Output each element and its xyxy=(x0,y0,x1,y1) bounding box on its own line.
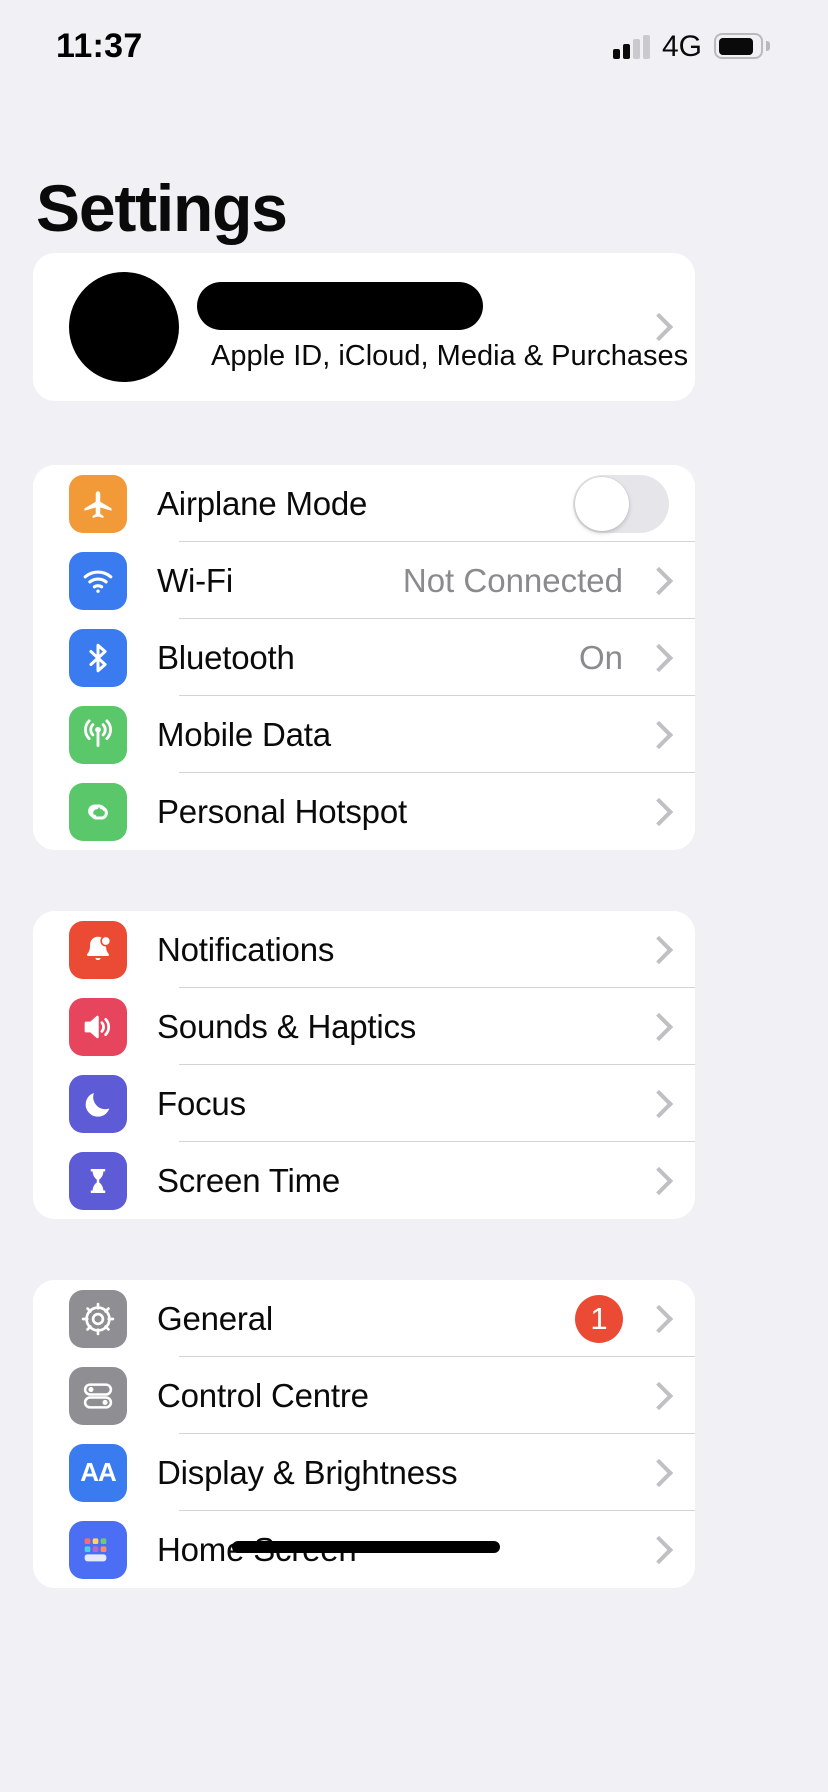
row-personal-hotspot[interactable]: Personal Hotspot xyxy=(33,773,695,850)
avatar xyxy=(69,272,179,382)
hourglass-icon xyxy=(69,1151,127,1210)
chevron-right-icon xyxy=(644,1304,674,1333)
row-sounds-haptics[interactable]: Sounds & Haptics xyxy=(33,988,695,1065)
status-badge: 1 xyxy=(575,1294,623,1343)
settings-screen: 11:37 4G Settings Apple ID, iCloud, Medi… xyxy=(0,0,828,1792)
row-screen-time[interactable]: Screen Time xyxy=(33,1142,695,1219)
bell-icon xyxy=(69,920,127,979)
row-accessory-control-centre xyxy=(639,1381,695,1410)
page-title: Settings xyxy=(36,171,288,245)
chevron-right-icon xyxy=(644,1458,674,1487)
row-display-brightness[interactable]: AA Display & Brightness xyxy=(33,1434,695,1511)
chevron-right-icon xyxy=(644,797,674,826)
row-label-mobile-data: Mobile Data xyxy=(157,715,331,753)
bluetooth-status-value: On xyxy=(578,638,623,676)
chevron-right-icon xyxy=(644,1535,674,1564)
chevron-right-icon xyxy=(644,312,674,342)
chevron-right-icon xyxy=(644,1089,674,1118)
row-notifications[interactable]: Notifications xyxy=(33,911,695,988)
antenna-icon xyxy=(69,705,127,764)
airplane-icon xyxy=(69,474,127,533)
row-label-screen-time: Screen Time xyxy=(157,1161,341,1199)
airplane-mode-toggle[interactable] xyxy=(573,474,669,533)
row-accessory-airplane-mode xyxy=(573,474,695,533)
row-label-focus: Focus xyxy=(157,1084,246,1122)
row-accessory-bluetooth: On xyxy=(579,639,695,677)
network-type-label: 4G xyxy=(661,30,702,63)
battery-icon xyxy=(714,33,770,59)
group-connectivity: Airplane Mode Wi-Fi Not Connected Blueto… xyxy=(33,465,695,850)
account-name-redaction xyxy=(197,282,483,330)
status-bar: 11:37 4G xyxy=(0,0,828,92)
row-label-display-brightness: Display & Brightness xyxy=(157,1453,458,1491)
row-accessory-display-brightness xyxy=(639,1458,695,1487)
sliders-icon xyxy=(69,1366,127,1425)
text-size-icon-label: AA xyxy=(80,1457,117,1487)
chevron-right-icon xyxy=(644,566,674,595)
wifi-icon xyxy=(69,551,127,610)
apple-id-card[interactable]: Apple ID, iCloud, Media & Purchases xyxy=(33,253,695,401)
row-label-personal-hotspot: Personal Hotspot xyxy=(157,792,407,830)
row-accessory-notifications xyxy=(639,935,695,964)
apple-id-texts: Apple ID, iCloud, Media & Purchases xyxy=(197,272,688,382)
chevron-right-icon xyxy=(644,1381,674,1410)
moon-icon xyxy=(69,1074,127,1133)
row-accessory-general: 1 xyxy=(575,1294,695,1343)
row-accessory-home-screen xyxy=(639,1535,695,1564)
row-label-wifi: Wi-Fi xyxy=(157,561,233,599)
apple-id-subtitle: Apple ID, iCloud, Media & Purchases xyxy=(211,340,689,372)
wifi-status-value: Not Connected xyxy=(402,561,623,599)
row-wifi[interactable]: Wi-Fi Not Connected xyxy=(33,542,695,619)
group-alerts: Notifications Sounds & Haptics Focus Scr… xyxy=(33,911,695,1219)
row-label-general: General xyxy=(157,1299,274,1337)
row-label-notifications: Notifications xyxy=(157,930,335,968)
app-grid-icon xyxy=(69,1520,127,1579)
chevron-right-icon xyxy=(644,935,674,964)
text-size-icon: AA xyxy=(69,1443,127,1502)
row-label-bluetooth: Bluetooth xyxy=(157,638,295,676)
chevron-right-icon xyxy=(644,643,674,672)
row-accessory-mobile-data xyxy=(639,720,695,749)
row-control-centre[interactable]: Control Centre xyxy=(33,1357,695,1434)
chevron-right-icon xyxy=(644,1012,674,1041)
bottom-redaction-bar xyxy=(232,1541,500,1553)
row-label-airplane-mode: Airplane Mode xyxy=(157,484,368,522)
row-accessory-focus xyxy=(639,1089,695,1118)
row-accessory-sounds-haptics xyxy=(639,1012,695,1041)
cellular-signal-icon xyxy=(612,35,650,59)
row-accessory-personal-hotspot xyxy=(639,797,695,826)
row-general[interactable]: General 1 xyxy=(33,1280,695,1357)
row-label-control-centre: Control Centre xyxy=(157,1376,369,1414)
row-airplane-mode[interactable]: Airplane Mode xyxy=(33,465,695,542)
row-focus[interactable]: Focus xyxy=(33,1065,695,1142)
apple-id-row[interactable]: Apple ID, iCloud, Media & Purchases xyxy=(33,253,695,401)
bluetooth-icon xyxy=(69,628,127,687)
row-accessory-wifi: Not Connected xyxy=(403,562,695,600)
row-accessory-screen-time xyxy=(639,1166,695,1195)
gear-icon xyxy=(69,1289,127,1348)
hotspot-icon xyxy=(69,782,127,841)
status-bar-time: 11:37 xyxy=(56,26,143,65)
row-mobile-data[interactable]: Mobile Data xyxy=(33,696,695,773)
status-bar-indicators: 4G xyxy=(612,30,770,63)
row-label-sounds-haptics: Sounds & Haptics xyxy=(157,1007,417,1045)
chevron-right-icon xyxy=(644,1166,674,1195)
speaker-icon xyxy=(69,997,127,1056)
chevron-right-icon xyxy=(644,720,674,749)
row-bluetooth[interactable]: Bluetooth On xyxy=(33,619,695,696)
